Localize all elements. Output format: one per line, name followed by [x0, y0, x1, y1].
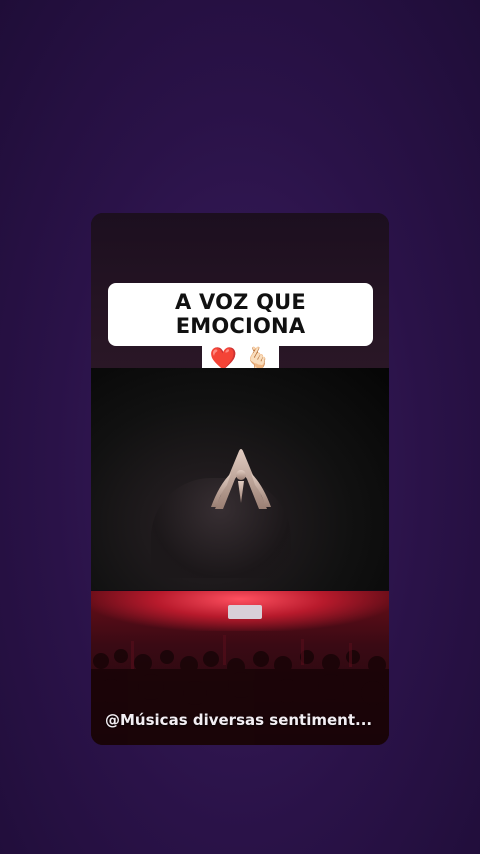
story-card[interactable]: A VOZ QUE EMOCIONA ❤️ 🫰🏻 @Músicas divers… — [91, 213, 389, 745]
headline-caption: A VOZ QUE EMOCIONA ❤️ 🫰🏻 — [108, 283, 373, 378]
watermark-handle: @Músicas diversas sentiment... — [105, 711, 373, 729]
headline-text: A VOZ QUE EMOCIONA — [108, 283, 373, 346]
stage-screen — [228, 605, 262, 619]
artist-logo-icon — [211, 449, 271, 509]
